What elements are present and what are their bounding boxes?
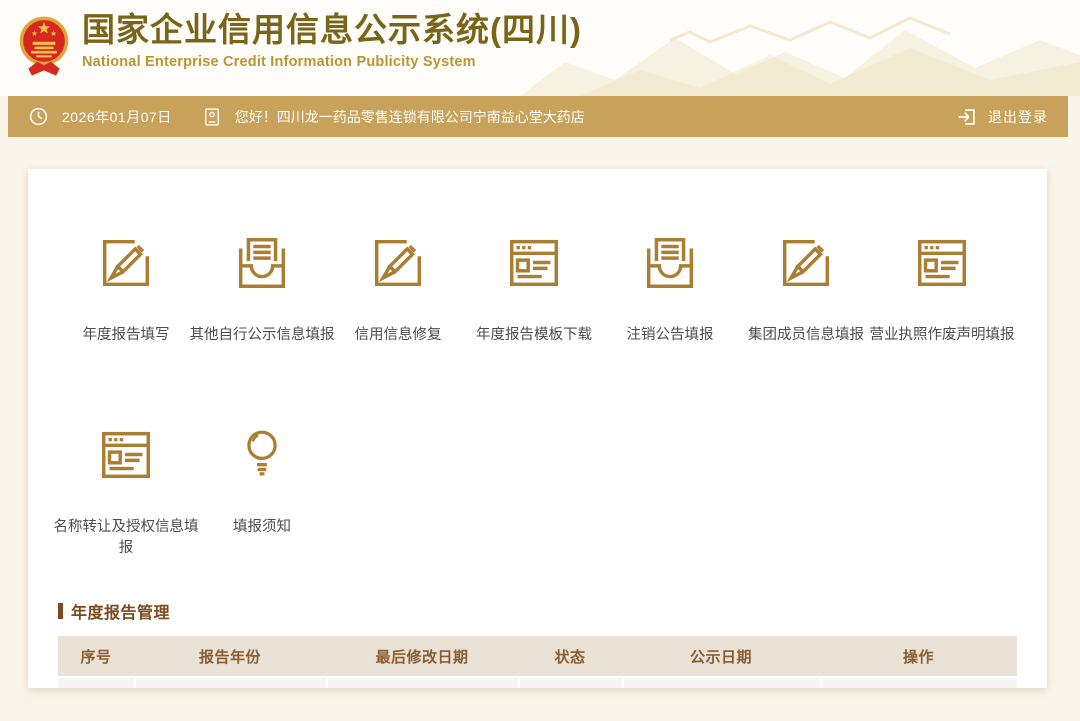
column-header-no: 序号 xyxy=(58,636,134,676)
inbox-document-icon xyxy=(639,232,701,294)
edit-icon xyxy=(95,232,157,294)
shortcut-group-member-info[interactable]: 集团成员信息填报 xyxy=(738,232,874,346)
site-header: 国家企业信用信息公示系统(四川) National Enterprise Cre… xyxy=(0,0,1080,96)
column-header-report-year: 报告年份 xyxy=(134,636,326,676)
site-title: 国家企业信用信息公示系统(四川) xyxy=(82,7,582,53)
column-header-status: 状态 xyxy=(518,636,622,676)
edit-icon xyxy=(367,232,429,294)
annual-report-section: 年度报告管理 序号 报告年份 最后修改日期 状态 公示日期 操作 1 2025年… xyxy=(58,599,1017,688)
shortcut-cancellation-notice[interactable]: 注销公告填报 xyxy=(602,232,738,346)
shortcut-label: 年度报告模板下载 xyxy=(458,325,610,346)
shortcut-label: 其他自行公示信息填报 xyxy=(186,325,338,346)
shortcut-license-void-declaration[interactable]: 营业执照作废声明填报 xyxy=(874,232,1010,346)
current-date: 2026年01月07日 xyxy=(62,107,172,127)
shortcut-label: 填报须知 xyxy=(186,517,338,538)
table-header-row: 序号 报告年份 最后修改日期 状态 公示日期 操作 xyxy=(58,636,1017,676)
logout-button[interactable]: 退出登录 xyxy=(956,106,1048,128)
section-title-label: 年度报告管理 xyxy=(71,599,170,623)
shortcut-row-1: 年度报告填写 其他自行公示信息填报 信用信息修复 年度报告模板下载 注销公告填报… xyxy=(58,232,1017,346)
annual-report-table: 序号 报告年份 最后修改日期 状态 公示日期 操作 1 2025年年度报告 20… xyxy=(58,636,1017,688)
column-header-last-modified: 最后修改日期 xyxy=(326,636,518,676)
section-title-bar xyxy=(58,603,63,619)
shortcut-label: 年度报告填写 xyxy=(50,325,202,346)
main-panel: 年度报告填写 其他自行公示信息填报 信用信息修复 年度报告模板下载 注销公告填报… xyxy=(28,169,1047,688)
section-title: 年度报告管理 xyxy=(58,599,1017,623)
shortcut-other-publicity-info[interactable]: 其他自行公示信息填报 xyxy=(194,232,330,346)
edit-icon xyxy=(775,232,837,294)
shortcut-name-transfer-authorization[interactable]: 名称转让及授权信息填报 xyxy=(58,424,194,559)
cell-report-year: 2025年年度报告 xyxy=(134,676,326,688)
logout-icon xyxy=(956,106,978,128)
topbar: 2026年01月07日 您好！四川龙一药品零售连锁有限公司宁南益心堂大药店 退出… xyxy=(8,96,1068,137)
cell-status: 已公示 xyxy=(518,676,622,688)
inbox-document-icon xyxy=(231,232,293,294)
cell-publish-date: 2026年01月07日 xyxy=(622,676,820,688)
shortcut-annual-report-fill[interactable]: 年度报告填写 xyxy=(58,232,194,346)
shortcut-filing-instructions[interactable]: 填报须知 xyxy=(194,424,330,559)
logout-label: 退出登录 xyxy=(988,107,1048,127)
cell-no: 1 xyxy=(58,676,134,688)
shortcut-credit-info-repair[interactable]: 信用信息修复 xyxy=(330,232,466,346)
webpage-icon xyxy=(911,232,973,294)
lightbulb-icon xyxy=(231,424,293,486)
shortcut-label: 注销公告填报 xyxy=(594,325,746,346)
table-row: 1 2025年年度报告 2026年01月07日 已公示 2026年01月07日 … xyxy=(58,676,1017,688)
shortcut-label: 营业执照作废声明填报 xyxy=(866,325,1018,346)
shortcut-row-2: 名称转让及授权信息填报 填报须知 xyxy=(58,424,1017,559)
column-header-publish-date: 公示日期 xyxy=(622,636,820,676)
column-header-actions: 操作 xyxy=(820,636,1017,676)
shortcut-label: 信用信息修复 xyxy=(322,325,474,346)
id-badge-icon xyxy=(202,106,222,128)
webpage-icon xyxy=(503,232,565,294)
shortcut-annual-report-template-download[interactable]: 年度报告模板下载 xyxy=(466,232,602,346)
cell-actions: 修改查看或打印 xyxy=(820,676,1017,688)
shortcut-label: 集团成员信息填报 xyxy=(730,325,882,346)
site-subtitle: National Enterprise Credit Information P… xyxy=(82,54,582,70)
brand: 国家企业信用信息公示系统(四川) National Enterprise Cre… xyxy=(18,7,582,84)
webpage-icon xyxy=(95,424,157,486)
great-wall-watermark xyxy=(520,0,1080,96)
shortcut-label: 名称转让及授权信息填报 xyxy=(50,517,202,559)
clock-icon xyxy=(28,106,49,127)
cell-last-modified: 2026年01月07日 xyxy=(326,676,518,688)
national-emblem-logo xyxy=(18,10,70,84)
user-greeting: 您好！四川龙一药品零售连锁有限公司宁南益心堂大药店 xyxy=(235,107,585,127)
